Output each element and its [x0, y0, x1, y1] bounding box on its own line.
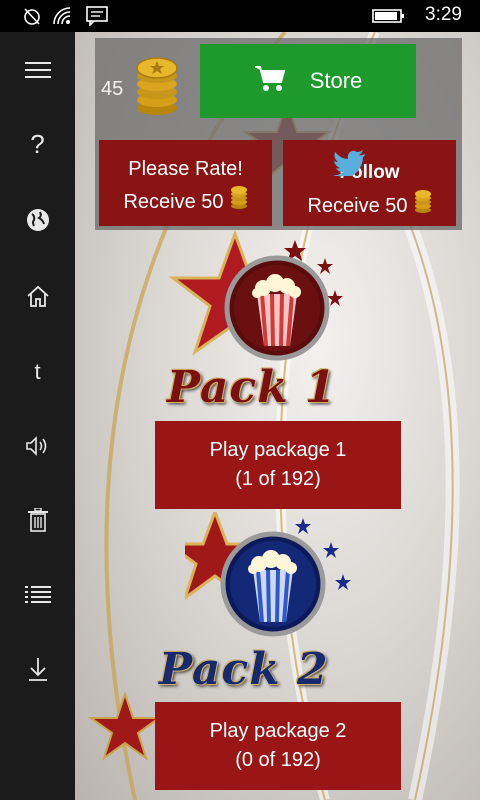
sidebar-item-menu[interactable]: [0, 40, 75, 100]
status-bar: 3:29: [0, 0, 480, 32]
sidebar-item-web[interactable]: [0, 190, 75, 250]
sidebar-item-delete[interactable]: [0, 490, 75, 550]
pack2-emblem[interactable]: [164, 507, 365, 647]
pack1-emblem[interactable]: [165, 229, 375, 375]
play1-line2: (1 of 192): [235, 468, 321, 490]
sidebar-item-home[interactable]: [0, 266, 75, 326]
download-icon: [27, 658, 49, 682]
sidebar: ? t: [0, 32, 75, 800]
follow-button[interactable]: Follow Receive 50: [283, 140, 456, 226]
question-icon: ?: [30, 128, 45, 159]
speaker-icon: [25, 435, 51, 457]
rate-line2: Receive 50: [123, 190, 224, 213]
cart-icon: [254, 64, 310, 98]
pack2-title: Pack 2: [159, 644, 329, 695]
top-panel: 45 Store Please Rate! Receive 50 Follow …: [95, 38, 462, 230]
coin-icon: [230, 184, 248, 219]
pack1-title: Pack 1: [167, 362, 337, 413]
play1-line1: Play package 1: [209, 439, 347, 461]
rate-line1: Please Rate!: [128, 158, 243, 180]
twitter-bird-icon: [333, 150, 367, 185]
home-icon: [26, 285, 50, 307]
clock: 3:29: [425, 4, 462, 25]
coin-icon: [414, 188, 432, 223]
battery-icon: [372, 6, 406, 31]
store-button[interactable]: Store: [200, 44, 416, 118]
list-icon: [24, 585, 51, 603]
sidebar-item-tumblr[interactable]: t: [0, 342, 75, 402]
play2-line1: Play package 2: [209, 720, 347, 742]
follow-line2: Receive 50: [307, 194, 408, 217]
coin-count: 45: [101, 78, 124, 100]
coin-stack-icon: [135, 52, 179, 121]
wifi-signal-icon: [52, 6, 76, 31]
sidebar-item-help[interactable]: ?: [0, 114, 75, 174]
play-package-2-button[interactable]: Play package 2 (0 of 192): [155, 702, 401, 790]
sidebar-item-list[interactable]: [0, 564, 75, 624]
tumblr-icon: t: [34, 359, 41, 384]
hamburger-icon: [24, 61, 51, 79]
rate-button[interactable]: Please Rate! Receive 50: [99, 140, 272, 226]
globe-icon: [26, 208, 50, 232]
sidebar-item-sound[interactable]: [0, 416, 75, 476]
follow-line1: Follow: [339, 162, 400, 183]
sidebar-item-download[interactable]: [0, 640, 75, 700]
main-area: 45 Store Please Rate! Receive 50 Follow …: [75, 32, 480, 800]
trash-icon: [27, 508, 48, 532]
store-button-label: Store: [309, 68, 363, 93]
notification-off-icon: [22, 6, 42, 31]
play2-line2: (0 of 192): [235, 749, 321, 771]
play-package-1-button[interactable]: Play package 1 (1 of 192): [155, 421, 401, 509]
message-icon: [86, 6, 108, 31]
